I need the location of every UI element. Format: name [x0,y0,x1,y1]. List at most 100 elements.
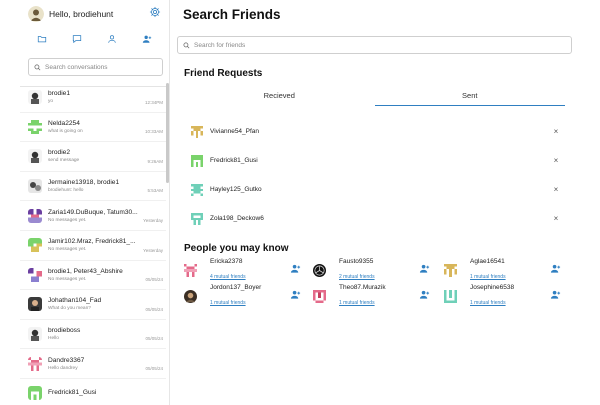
conversation-item[interactable]: Zaria149.DuBuque, Tatum30... No messages … [20,201,166,231]
avatar [28,119,42,134]
conversation-name: Jermaine13918, brodie1 [48,179,120,187]
request-username: Hayley125_Gutko [210,185,262,193]
suggestion-username: Josephine6538 [470,283,515,291]
conversation-time: 05/05/24 [145,336,163,342]
conversation-time: 12:34PM [144,99,163,105]
avatar [191,125,203,138]
friend-request-row: Fredrick81_Gusi × [191,152,561,168]
friend-request-row: Hayley125_Gutko × [191,181,561,197]
mutual-friends-link[interactable]: 1 mutual friends [339,300,375,306]
conversation-time: 10:33AM [144,129,163,135]
suggestion-username: Jordon137_Boyer [210,283,262,291]
conversation-time: 05/05/24 [145,306,163,312]
request-tabs: Recieved Sent [184,88,566,106]
mutual-friends-link[interactable]: 4 mutual friends [210,274,246,280]
add-friend-icon[interactable] [550,261,569,279]
close-icon[interactable]: × [551,214,561,223]
close-icon[interactable]: × [551,127,561,136]
gear-icon[interactable] [149,5,161,23]
avatar [28,149,42,164]
conversation-item[interactable]: Jamir102.Mraz, Fredrick81_... No messages… [20,231,166,261]
friend-search-input[interactable] [194,41,544,49]
suggestion-card: Fausto9355 2 mutual friends [313,258,438,281]
add-friend-icon[interactable] [290,287,309,305]
conversation-item[interactable]: Nelda2254 what is going on 10:33AM [20,113,166,143]
conversation-name: Fredrick81_Gusi [48,388,97,396]
conversation-scrollbar[interactable] [166,83,169,183]
add-friend-icon[interactable] [419,287,438,305]
avatar [184,263,197,277]
suggestion-card: Theo87.Murazik 1 mutual friends [313,283,438,307]
conversation-time: Yesterday [143,217,163,223]
add-friend-icon[interactable] [550,287,569,305]
mutual-friends-link[interactable]: 1 mutual friends [210,300,246,306]
avatar [191,154,203,167]
avatar [28,208,42,223]
conversation-name: Johathan104_Fad [48,297,102,305]
avatar [313,263,326,277]
conversation-name: brodie2 [48,149,70,157]
conversation-name: Nelda2254 [48,119,80,127]
search-friends-panel: Search Friends Friend Requests Recieved … [170,0,580,405]
conversation-item[interactable]: brodie1, Peter43_Abshire No messages yet.… [20,261,166,291]
tab-received[interactable]: Recieved [184,88,375,104]
conversation-item[interactable]: Fredrick81_Gusi [20,379,166,405]
search-icon [34,58,41,76]
add-friend-icon[interactable] [290,261,309,279]
add-friend-icon[interactable] [419,261,438,279]
suggestion-card: Josephine6538 1 mutual friends [444,283,569,307]
avatar [28,238,42,253]
folder-icon[interactable] [37,31,47,49]
conversation-name: brodie1 [48,90,70,98]
conversation-time: 05/05/24 [145,365,163,371]
conversation-name: brodieboss [48,327,81,335]
mutual-friends-link[interactable]: 1 mutual friends [470,274,506,280]
avatar [28,327,42,342]
close-icon[interactable]: × [551,185,561,194]
close-icon[interactable]: × [551,156,561,165]
friend-request-row: Zola198_Deckow6 × [191,210,561,226]
avatar [28,297,42,312]
conversation-name: Zaria149.DuBuque, Tatum30... [48,208,138,216]
friend-search[interactable] [177,36,572,54]
request-username: Zola198_Deckow6 [210,214,264,222]
suggestion-card: Jordon137_Boyer 1 mutual friends [184,283,309,307]
tab-sent[interactable]: Sent [374,88,566,106]
avatar [191,183,203,196]
conversation-preview: send message [48,158,80,164]
conversation-name: brodie1, Peter43_Abshire [48,267,123,275]
suggestion-username: Theo87.Murazik [339,283,386,291]
friend-requests-heading: Friend Requests [184,68,263,79]
conversation-time: 5:53AM [147,188,163,194]
conversation-time: Yesterday [143,247,163,253]
suggestion-card: Aglae16541 1 mutual friends [444,258,569,281]
search-icon [183,36,190,54]
page-title: Search Friends [183,7,281,22]
conversation-search[interactable] [28,58,163,76]
avatar [191,212,203,225]
user-icon[interactable] [107,31,117,49]
avatar [28,386,42,401]
friend-request-row: Vivianne54_Pfan × [191,123,561,139]
user-avatar[interactable] [28,6,44,22]
sidebar-header: Hello, brodiehunt [20,0,169,28]
conversation-time: 9:26AM [147,158,163,164]
request-username: Vivianne54_Pfan [210,127,260,135]
suggestion-card: Ericka2378 4 mutual friends [184,258,309,281]
avatar [184,289,197,303]
chat-icon[interactable] [72,31,82,49]
conversation-item[interactable]: brodie2 send message 9:26AM [20,142,166,172]
avatar [28,356,42,371]
conversation-list: brodie1 yo 12:34PM Nelda2254 what is going… [20,83,166,405]
conversation-item[interactable]: Dandre3367 Hello dandrey 05/05/24 [20,349,166,379]
mutual-friends-link[interactable]: 1 mutual friends [470,300,506,306]
conversation-item[interactable]: Jermaine13918, brodie1 brodiehunt: hello … [20,172,166,202]
conversation-item[interactable]: brodie1 yo 12:34PM [20,83,166,113]
conversation-item[interactable]: Johathan104_Fad What do you mean? 05/05/2… [20,290,166,320]
conversation-search-input[interactable] [45,63,155,71]
mutual-friends-link[interactable]: 2 mutual friends [339,274,375,280]
conversation-item[interactable]: brodieboss Hello 05/05/24 [20,320,166,350]
conversation-name: Jamir102.Mraz, Fredrick81_... [48,238,136,246]
add-user-icon[interactable] [142,31,152,49]
avatar [444,263,457,277]
